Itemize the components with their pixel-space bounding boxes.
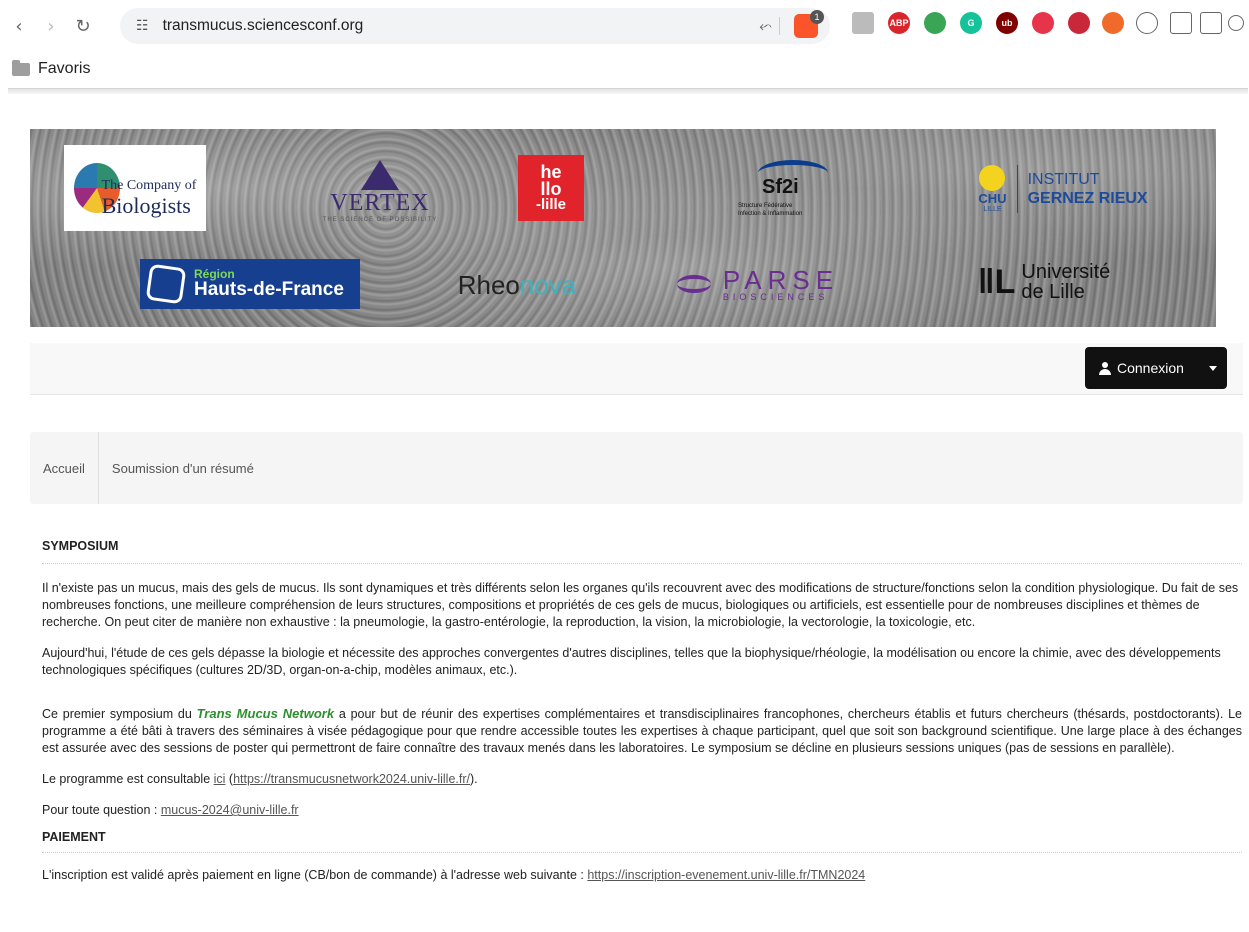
brave-shields-icon[interactable]: 1 [794, 10, 824, 38]
universite-de-lille-logo: ‖L Université de Lille [964, 259, 1124, 305]
chu-divider [1016, 165, 1018, 213]
paragraph-disciplines: Aujourd'hui, l'étude de ces gels dépasse… [42, 646, 1221, 677]
url-text[interactable]: transmucus.sciencesconf.org [163, 17, 364, 35]
paragraph-program: Le programme est consultable ici (https:… [42, 771, 1242, 788]
parse-biosciences-logo: PARSE BIOSCIENCES [658, 261, 858, 307]
paragraph-question: Pour toute question : mucus-2024@univ-li… [42, 802, 1242, 819]
vertex-logo: VERTEX THE SCIENCE OF POSSIBILITY [320, 151, 440, 231]
ulille-line1: Université [1021, 261, 1111, 283]
program-text-b: ( [225, 772, 234, 786]
vertex-name: VERTEX [330, 189, 430, 216]
parse-symbol-icon [676, 275, 711, 293]
vertex-tagline: THE SCIENCE OF POSSIBILITY [322, 216, 438, 223]
ulille-line2: de Lille [1021, 281, 1085, 303]
chu-line2: GERNEZ RIEUX [1027, 190, 1148, 207]
browser-toolbar: ‹ › ↻ ☷ transmucus.sciencesconf.org ⬿ 1 … [0, 0, 1249, 52]
program-link-ici[interactable]: ici [214, 772, 226, 786]
ulille-mark-icon: ‖L [977, 262, 1016, 301]
cob-line1: The Company of [101, 178, 197, 194]
extensions-puzzle-icon[interactable] [1136, 12, 1158, 34]
rheonova-part2: nova [519, 269, 577, 300]
rheonova-logo: Rheo nova [442, 267, 592, 303]
vertex-triangle-icon [361, 159, 399, 190]
contact-email-link[interactable]: mucus-2024@univ-lille.fr [161, 803, 299, 817]
grammarly-icon[interactable]: G [960, 12, 982, 34]
extension-shield-icon[interactable] [1068, 12, 1090, 34]
reload-icon[interactable]: ↻ [70, 13, 96, 39]
chu-left: CHU [978, 191, 1007, 206]
chu-mark: CHU LILLE [978, 165, 1007, 213]
address-bar-divider [779, 17, 780, 35]
sponsor-banner: The Company of Biologists VERTEX THE SCIE… [30, 129, 1216, 327]
parse-sub: BIOSCIENCES [722, 291, 829, 302]
program-text-a: Le programme est consultable [42, 772, 214, 786]
program-text-c: ). [470, 772, 478, 786]
region-hauts-de-france-logo: Région Hauts-de-France [140, 259, 360, 309]
parse-name: PARSE [722, 264, 840, 295]
user-icon [1099, 362, 1111, 375]
rheonova-part1: Rheo [457, 269, 520, 300]
shields-count: 1 [810, 10, 824, 24]
sf2i-sub2: Infection & Inflammation [738, 210, 803, 217]
payment-url-link[interactable]: https://inscription-evenement.univ-lille… [587, 868, 865, 882]
hello-line3: -lille [535, 195, 566, 213]
sf2i-logo: Sf2i Structure Fédérative Infection & In… [738, 149, 848, 229]
caret-down-icon[interactable] [1209, 365, 1217, 371]
company-of-biologists-logo: The Company of Biologists [64, 145, 206, 231]
chu-line1: INSTITUT [1027, 170, 1100, 188]
region-map-icon [145, 263, 187, 305]
sf2i-sub1: Structure Fédérative [738, 203, 793, 210]
paragraph-intro: Il n'existe pas un mucus, mais des gels … [42, 581, 1239, 629]
menu-item-soumission[interactable]: Soumission d'un résumé [99, 432, 267, 504]
site-menu: Accueil Soumission d'un résumé [30, 432, 1243, 504]
extension-green-icon[interactable] [924, 12, 946, 34]
region-line2: Hauts-de-France [194, 279, 344, 301]
network-name: Trans Mucus Network [196, 706, 335, 721]
address-bar[interactable]: ☷ transmucus.sciencesconf.org ⬿ 1 [120, 8, 830, 44]
bookmarks-bar: Favoris [0, 52, 1249, 86]
back-icon[interactable]: ‹ [6, 13, 32, 39]
cob-line2: Biologists [101, 192, 191, 218]
site-settings-icon[interactable]: ☷ [136, 18, 149, 34]
chu-text: INSTITUT GERNEZ RIEUX [1028, 170, 1148, 208]
heading-symposium: SYMPOSIUM [42, 538, 1242, 564]
sf2i-name: Sf2i [762, 176, 799, 199]
main-content: SYMPOSIUM Il n'existe pas un mucus, mais… [42, 538, 1242, 898]
forward-icon[interactable]: › [38, 13, 64, 39]
paragraph-network: Ce premier symposium du Trans Mucus Netw… [42, 705, 1242, 757]
share-icon[interactable]: ⬿ [759, 16, 772, 36]
folder-icon [12, 59, 30, 76]
ublock-icon[interactable]: ub [996, 12, 1018, 34]
region-text: Région Hauts-de-France [194, 268, 344, 301]
network-text-a: Ce premier symposium du [42, 707, 197, 721]
parse-text: PARSE BIOSCIENCES [723, 267, 839, 302]
chu-institut-gernez-rieux-logo: CHU LILLE INSTITUT GERNEZ RIEUX [958, 159, 1168, 219]
program-url-link[interactable]: https://transmucusnetwork2024.univ-lille… [233, 772, 470, 786]
ulille-text: Université de Lille [1021, 262, 1110, 302]
paragraph-payment: L'inscription est validé après paiement … [42, 867, 1242, 884]
bookmark-folder-favoris[interactable]: Favoris [38, 60, 90, 78]
payment-text: L'inscription est validé après paiement … [42, 868, 588, 882]
top-navbar: Connexion [30, 343, 1243, 395]
reader-icon[interactable] [852, 12, 874, 34]
wallet-icon[interactable] [1200, 12, 1222, 34]
extension-orange-icon[interactable] [1102, 12, 1124, 34]
sidebar-icon[interactable] [1170, 12, 1192, 34]
hello-lille-logo: he llo -lille [518, 155, 584, 221]
page-top-divider [8, 88, 1248, 94]
bookmark-star-icon[interactable] [1228, 15, 1244, 31]
cob-text: The Company of Biologists [101, 178, 197, 218]
heading-paiement: PAIEMENT [42, 829, 1242, 853]
extension-red-circle-icon[interactable] [1032, 12, 1054, 34]
connexion-button[interactable]: Connexion [1085, 347, 1227, 389]
menu-item-accueil[interactable]: Accueil [30, 432, 99, 504]
chu-dot-icon [979, 165, 1006, 191]
connexion-label: Connexion [1117, 360, 1184, 376]
adblock-icon[interactable]: ABP [888, 12, 910, 34]
chu-left-small: LILLE [983, 206, 1002, 213]
question-text: Pour toute question : [42, 803, 161, 817]
